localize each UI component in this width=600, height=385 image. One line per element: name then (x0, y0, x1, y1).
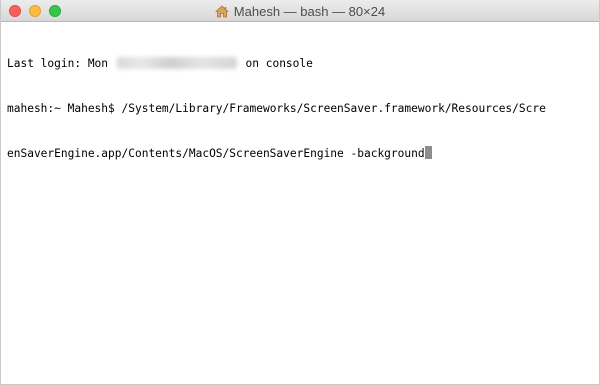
close-button[interactable] (9, 5, 21, 17)
house-icon (214, 4, 229, 17)
terminal-window: Mahesh — bash — 80×24 Last login: Mon on… (0, 0, 600, 385)
minimize-button[interactable] (29, 5, 41, 17)
login-suffix: on console (238, 57, 313, 70)
login-prefix: Last login: Mon (7, 57, 115, 70)
text-cursor (424, 146, 432, 159)
window-title-text: Mahesh — bash — 80×24 (233, 3, 386, 19)
shell-prompt: mahesh:~ Mahesh$ (7, 102, 122, 115)
redacted-date (116, 57, 237, 69)
command-line-2: enSaverEngine.app/Contents/MacOS/ScreenS… (7, 146, 593, 161)
window-title: Mahesh — bash — 80×24 (1, 0, 599, 22)
command-text-part2: enSaverEngine.app/Contents/MacOS/ScreenS… (7, 147, 425, 160)
command-line-1: mahesh:~ Mahesh$ /System/Library/Framewo… (7, 101, 593, 116)
login-line: Last login: Mon on console (7, 56, 593, 71)
maximize-button[interactable] (49, 5, 61, 17)
command-text-part1: /System/Library/Frameworks/ScreenSaver.f… (121, 102, 546, 115)
terminal-output[interactable]: Last login: Mon on console mahesh:~ Mahe… (1, 22, 599, 384)
title-bar[interactable]: Mahesh — bash — 80×24 (1, 0, 599, 22)
